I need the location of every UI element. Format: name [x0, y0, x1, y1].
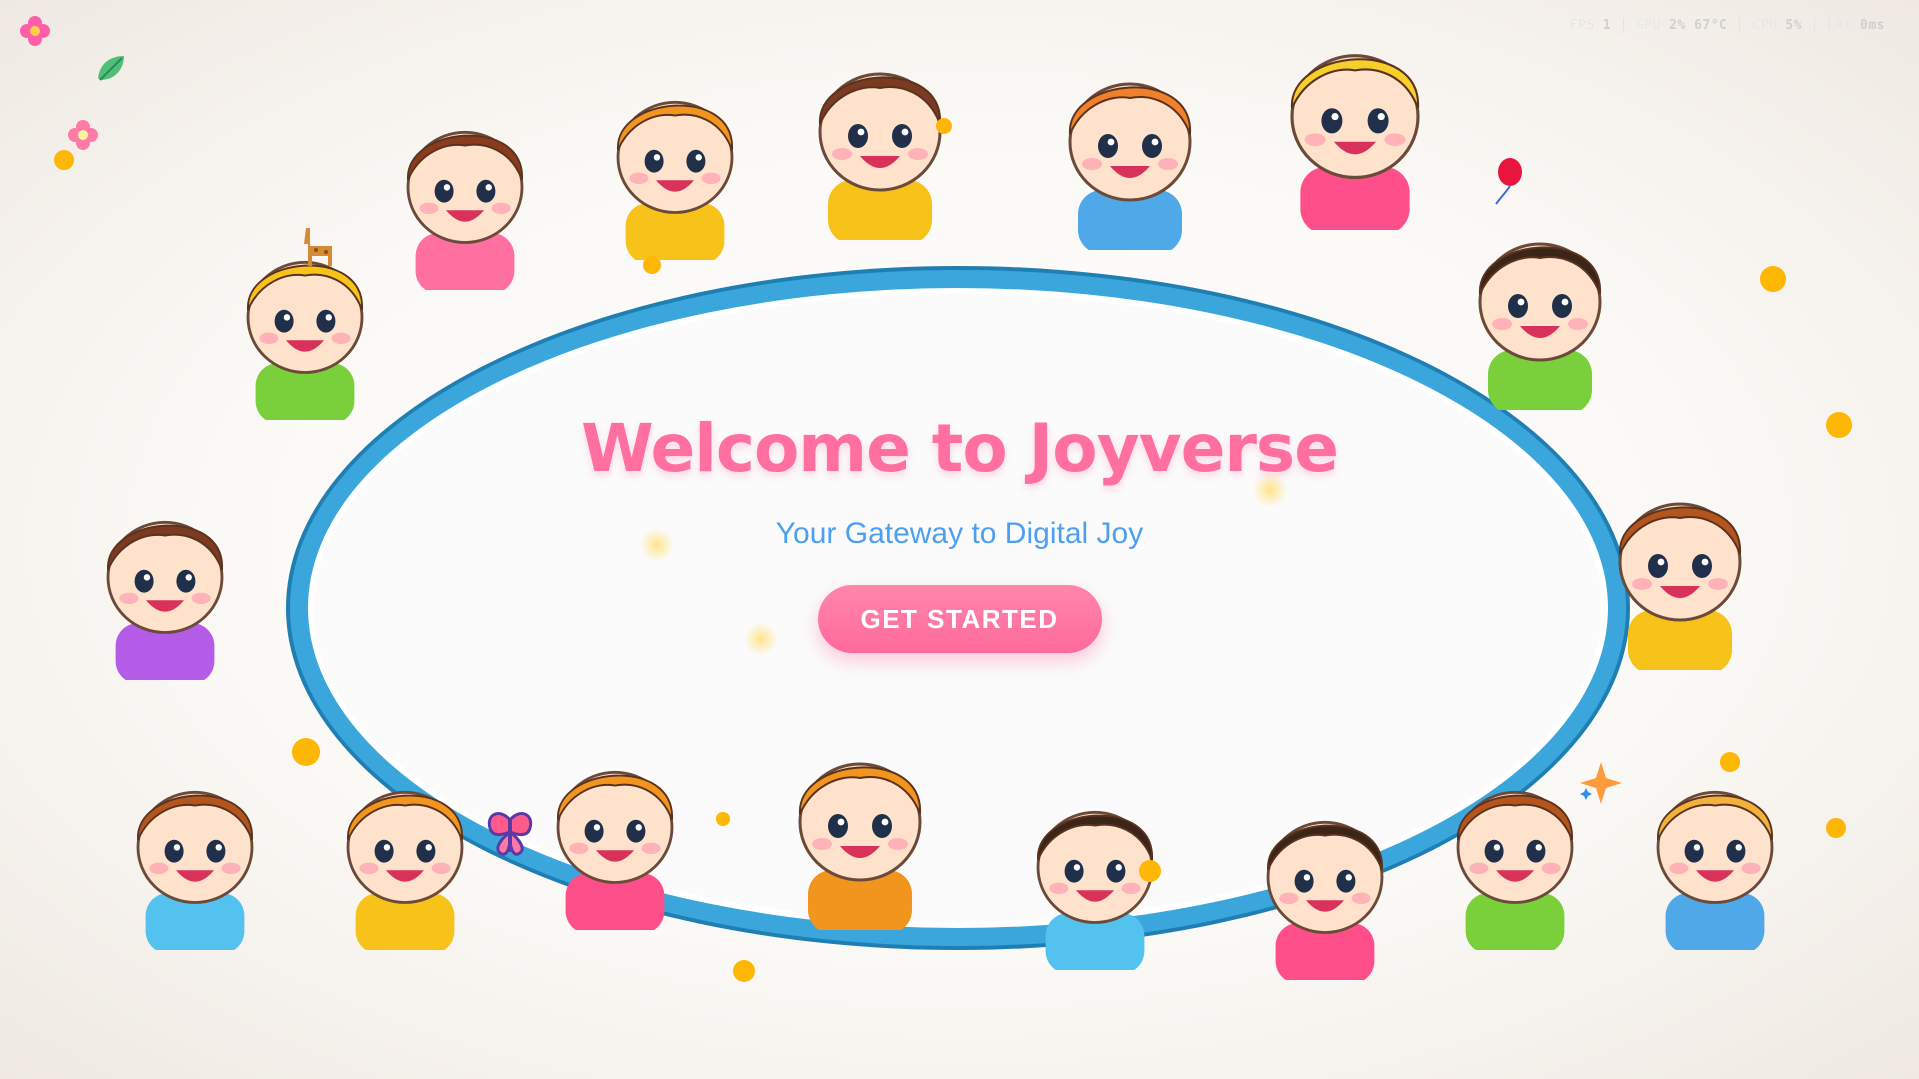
hud-fps-label: FPS: [1569, 18, 1595, 33]
cartoon-child: [310, 760, 500, 950]
confetti-dot: [733, 960, 755, 982]
confetti-dot: [292, 738, 320, 766]
cartoon-child: [1250, 20, 1460, 230]
hero-section: Welcome to Joyverse Your Gateway to Digi…: [0, 410, 1919, 653]
hud-lat-value: 0ms: [1860, 18, 1885, 33]
flower-icon: [66, 118, 100, 152]
hud-cpu-value: 5%: [1785, 18, 1803, 33]
hud-gpu: GPU 2% 67°C: [1623, 18, 1739, 33]
cartoon-child: [1000, 780, 1190, 970]
confetti-dot: [1760, 266, 1786, 292]
leaf-icon: [94, 52, 128, 86]
confetti-dot: [1826, 818, 1846, 838]
confetti-dot: [936, 118, 952, 134]
cartoon-child: [1230, 790, 1420, 980]
cartoon-child: [780, 40, 980, 240]
hud-latency: LAT 0ms: [1814, 18, 1897, 33]
cartoon-child: [100, 760, 290, 950]
page-subtitle: Your Gateway to Digital Joy: [775, 517, 1144, 550]
hud-gpu-value: 2% 67°C: [1669, 18, 1728, 33]
cartoon-child: [1440, 210, 1640, 410]
confetti-dot: [643, 256, 661, 274]
hud-lat-label: LAT: [1827, 18, 1853, 33]
page-title: Welcome to Joyverse: [581, 410, 1339, 487]
giraffe-icon: [298, 226, 338, 270]
performance-hud: FPS 1 GPU 2% 67°C CPU 5% LAT 0ms: [1558, 18, 1897, 33]
sparkle-icon: [1578, 760, 1624, 806]
hud-cpu: CPU 5%: [1739, 18, 1814, 33]
hud-gpu-label: GPU: [1636, 18, 1662, 33]
cartoon-child: [760, 730, 960, 930]
confetti-dot: [1139, 860, 1161, 882]
get-started-button[interactable]: GET STARTED: [817, 585, 1102, 653]
joyverse-welcome-screen: FPS 1 GPU 2% 67°C CPU 5% LAT 0ms Welcome…: [0, 0, 1919, 1079]
cartoon-child: [520, 740, 710, 930]
flower-icon: [18, 14, 52, 48]
confetti-dot: [716, 812, 730, 826]
cartoon-child: [1620, 760, 1810, 950]
hud-cpu-label: CPU: [1752, 18, 1778, 33]
confetti-dot: [54, 150, 74, 170]
confetti-dot: [1720, 752, 1740, 772]
butterfly-icon: [486, 810, 534, 856]
balloon-icon: [1490, 158, 1524, 206]
hud-fps: FPS 1: [1558, 18, 1623, 33]
cartoon-child: [580, 70, 770, 260]
hud-fps-value: 1: [1602, 18, 1612, 33]
cartoon-child: [1030, 50, 1230, 250]
